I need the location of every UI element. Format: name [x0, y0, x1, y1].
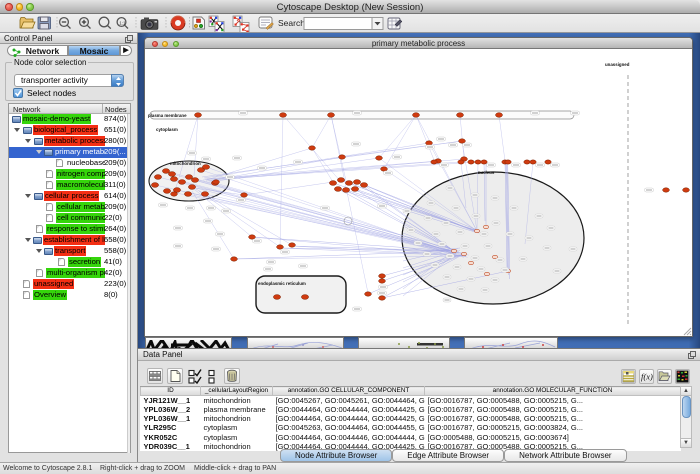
svg-text:plasma membrane: plasma membrane: [148, 113, 187, 118]
svg-text:Search:: Search:: [278, 18, 307, 28]
svg-text:f(x): f(x): [641, 372, 653, 382]
svg-text:1:1: 1:1: [119, 20, 126, 25]
svg-text:nucleus: nucleus: [478, 170, 495, 175]
svg-text:unassigned: unassigned: [605, 62, 630, 67]
svg-text:endoplasmic reticulum: endoplasmic reticulum: [258, 281, 306, 286]
svg-text:cytoplasm: cytoplasm: [156, 127, 178, 132]
svg-text:mitochondrion: mitochondrion: [170, 161, 201, 166]
